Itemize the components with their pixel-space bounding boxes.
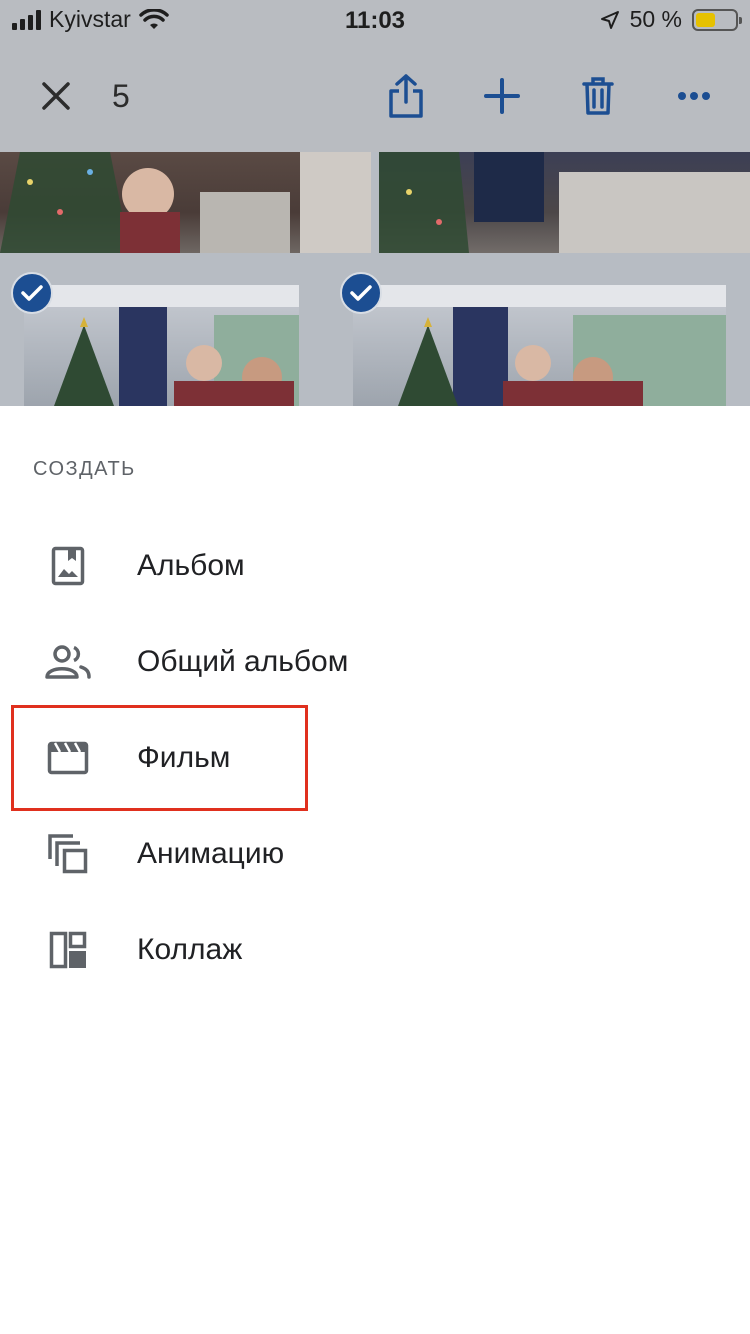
- highlight-box: [11, 705, 308, 811]
- close-button[interactable]: [28, 68, 84, 124]
- album-icon: [44, 542, 92, 590]
- photo-thumbnail[interactable]: [379, 152, 750, 253]
- sheet-header: СОЗДАТЬ: [33, 458, 136, 480]
- photo-thumbnail-selected[interactable]: [24, 285, 299, 406]
- create-bottom-sheet: СОЗДАТЬ Альбом Общий альбом Фильм Анимац…: [0, 406, 750, 1334]
- menu-item-label: Общий альбом: [137, 645, 349, 678]
- battery-icon: [692, 8, 742, 31]
- collage-icon: [44, 926, 92, 974]
- delete-icon: [582, 77, 614, 115]
- menu-item-shared-album[interactable]: Общий альбом: [0, 614, 750, 710]
- dimmed-background[interactable]: Kyivstar 11:03 50 % 5: [0, 0, 750, 406]
- photo-grid: [0, 152, 750, 406]
- menu-item-label: Альбом: [137, 549, 245, 582]
- selected-check-icon[interactable]: [11, 272, 53, 314]
- photo-image: [24, 285, 299, 406]
- photo-image: [379, 152, 750, 253]
- selection-toolbar: 5: [0, 40, 750, 152]
- add-button[interactable]: [474, 68, 530, 124]
- shared-album-icon: [44, 638, 92, 686]
- selected-check-icon[interactable]: [340, 272, 382, 314]
- add-icon: [484, 78, 520, 114]
- more-icon: [678, 92, 710, 100]
- menu-item-collage[interactable]: Коллаж: [0, 902, 750, 998]
- photo-image: [353, 285, 726, 406]
- location-arrow-icon: [600, 10, 619, 29]
- delete-button[interactable]: [570, 68, 626, 124]
- close-icon: [42, 82, 70, 110]
- share-button[interactable]: [378, 68, 434, 124]
- more-button[interactable]: [666, 68, 722, 124]
- battery-percent: 50 %: [629, 6, 682, 32]
- menu-item-album[interactable]: Альбом: [0, 518, 750, 614]
- photo-image: [0, 152, 371, 253]
- menu-item-animation[interactable]: Анимацию: [0, 806, 750, 902]
- status-bar: Kyivstar 11:03 50 %: [0, 0, 750, 40]
- photo-thumbnail-selected[interactable]: [353, 285, 726, 406]
- menu-item-label: Коллаж: [137, 933, 243, 966]
- menu-item-label: Анимацию: [137, 837, 285, 870]
- share-icon: [389, 74, 423, 118]
- selected-count: 5: [112, 78, 130, 114]
- photo-thumbnail[interactable]: [0, 152, 371, 253]
- animation-icon: [44, 830, 92, 878]
